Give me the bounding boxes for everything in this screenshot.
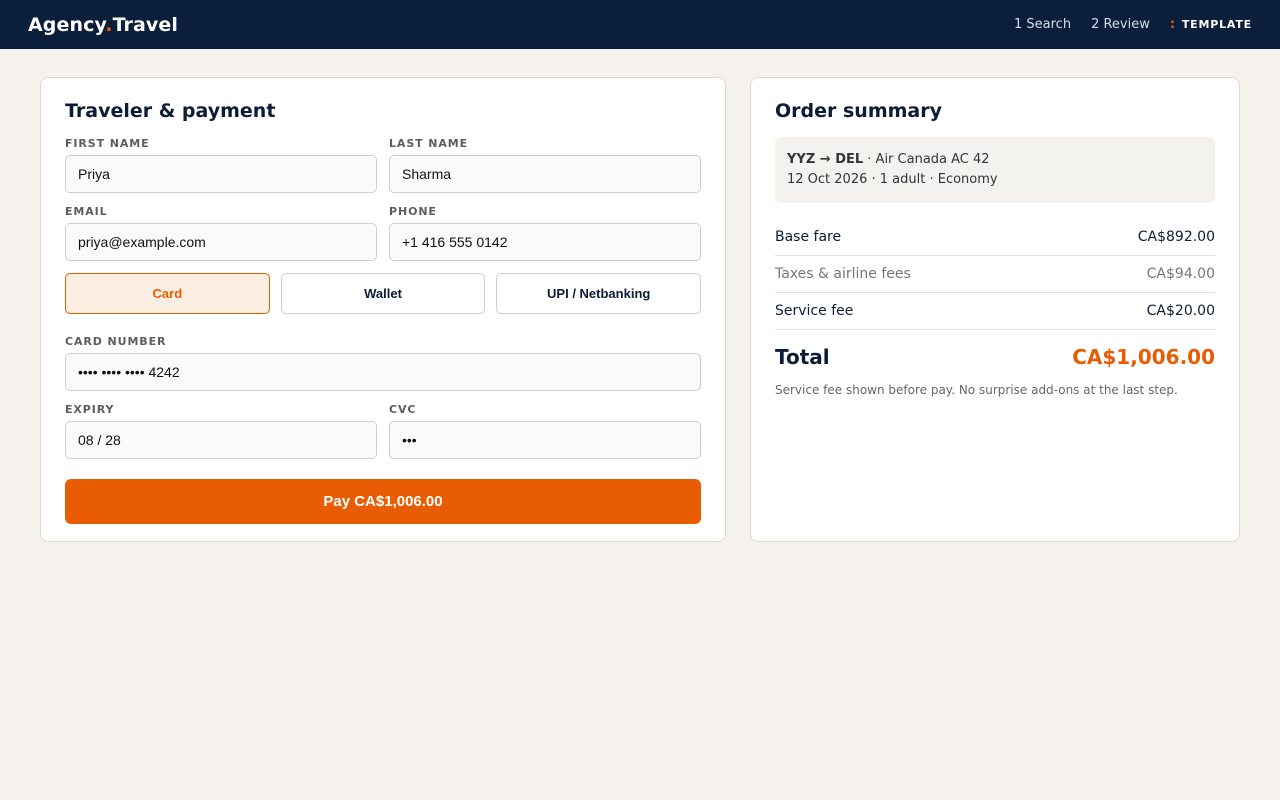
total-value: CA$1,006.00 <box>1072 344 1215 369</box>
step-search[interactable]: 1 Search <box>1014 17 1071 32</box>
brand-dot: . <box>105 13 113 36</box>
taxes-fees-value: CA$94.00 <box>1146 266 1215 282</box>
step-review[interactable]: 2 Review <box>1091 17 1150 32</box>
payment-tab-wallet[interactable]: Wallet <box>280 273 486 314</box>
base-fare-label: Base fare <box>775 229 842 245</box>
service-fee-label: Service fee <box>775 303 854 319</box>
fee-disclosure-note: Service fee shown before pay. No surpris… <box>775 383 1178 397</box>
expiry-label: EXPIRY <box>65 403 115 416</box>
checkout-steps: 1 Search 2 Review : TEMPLATE <box>1014 17 1252 32</box>
line-base-fare: Base fare CA$892.00 <box>775 219 1215 256</box>
cvc-label: CVC <box>389 403 417 416</box>
payment-tab-card[interactable]: Card <box>65 273 270 314</box>
email-input[interactable] <box>65 223 377 261</box>
flight-route: YYZ → DEL <box>787 152 864 167</box>
first-name-input[interactable] <box>65 155 377 193</box>
line-service-fee: Service fee CA$20.00 <box>775 293 1215 330</box>
email-label: EMAIL <box>65 205 108 218</box>
last-name-input[interactable] <box>389 155 701 193</box>
order-summary-panel: Order summary YYZ → DEL · Air Canada AC … <box>750 77 1240 542</box>
payment-method-tabs: Card Wallet UPI / Netbanking <box>65 273 702 314</box>
trip-details: YYZ → DEL · Air Canada AC 42 12 Oct 2026… <box>775 137 1215 203</box>
phone-input[interactable] <box>389 223 701 261</box>
payment-tab-upi-netbanking[interactable]: UPI / Netbanking <box>496 273 702 314</box>
card-number-input[interactable] <box>65 353 701 391</box>
card-number-label: CARD NUMBER <box>65 335 167 348</box>
cvc-input[interactable] <box>389 421 701 459</box>
base-fare-value: CA$892.00 <box>1137 229 1215 245</box>
first-name-label: FIRST NAME <box>65 137 150 150</box>
expiry-input[interactable] <box>65 421 377 459</box>
order-total: Total CA$1,006.00 <box>775 330 1215 383</box>
phone-label: PHONE <box>389 205 437 218</box>
traveler-payment-panel: Traveler & payment FIRST NAME LAST NAME … <box>40 77 726 542</box>
total-label: Total <box>775 344 830 369</box>
line-taxes-fees: Taxes & airline fees CA$94.00 <box>775 256 1215 293</box>
current-step-marker: : <box>1169 17 1176 32</box>
summary-title: Order summary <box>775 100 943 122</box>
step-current: : TEMPLATE <box>1170 17 1252 32</box>
top-nav-bar: Agency.Travel 1 Search 2 Review : TEMPLA… <box>0 0 1280 49</box>
form-title: Traveler & payment <box>65 100 276 122</box>
taxes-fees-label: Taxes & airline fees <box>775 266 911 282</box>
current-step-label: TEMPLATE <box>1181 18 1252 31</box>
trip-date-passengers: 12 Oct 2026 · 1 adult · Economy <box>787 172 998 187</box>
last-name-label: LAST NAME <box>389 137 469 150</box>
brand-logo[interactable]: Agency.Travel <box>28 14 178 36</box>
service-fee-value: CA$20.00 <box>1146 303 1215 319</box>
brand-name-right: Travel <box>112 13 179 36</box>
brand-name-left: Agency <box>28 13 106 36</box>
flight-carrier: · Air Canada AC 42 <box>863 152 990 167</box>
pay-button[interactable]: Pay CA$1,006.00 <box>65 479 701 524</box>
